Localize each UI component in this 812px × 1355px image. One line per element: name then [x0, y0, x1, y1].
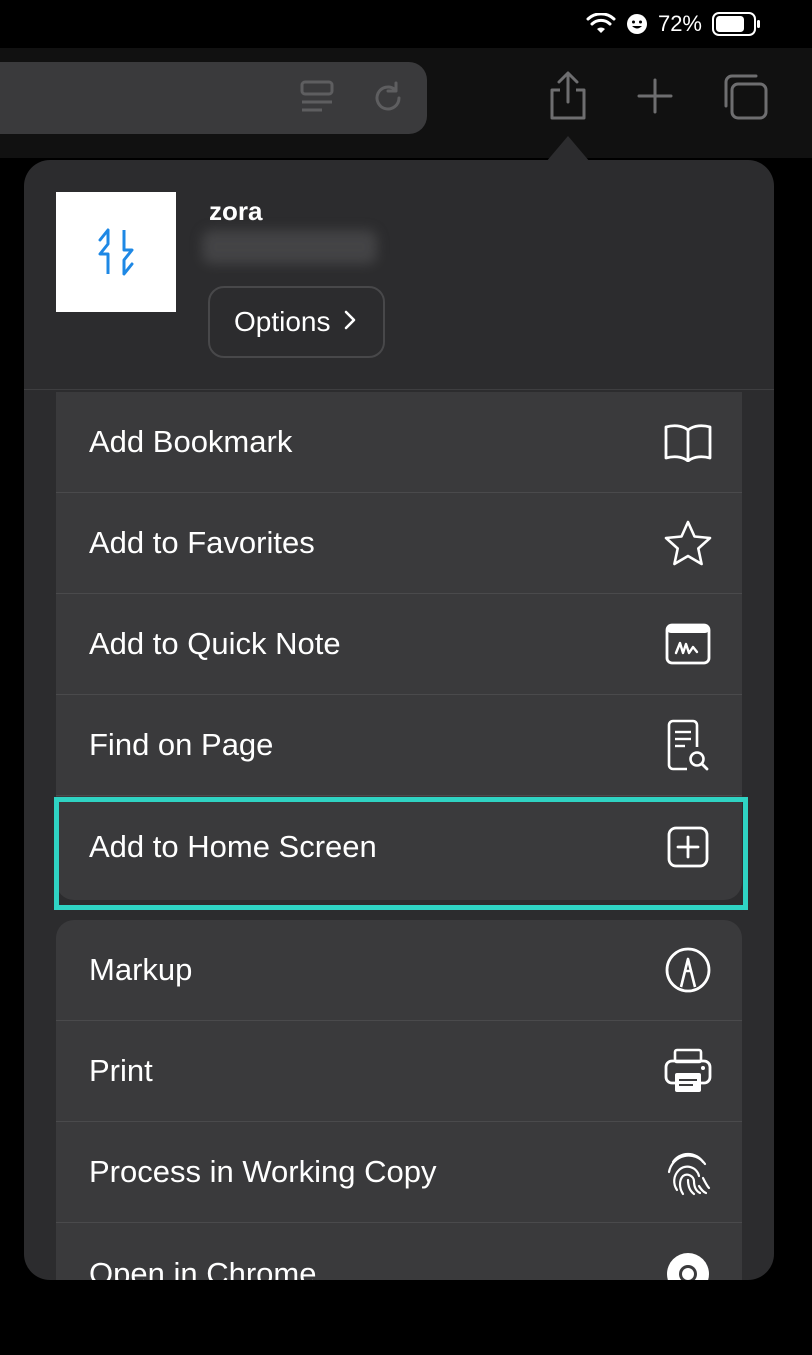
zora-logo-icon	[98, 228, 134, 276]
share-icon[interactable]	[546, 70, 590, 122]
printer-icon	[662, 1045, 714, 1097]
print-row[interactable]: Print	[56, 1021, 742, 1122]
fingerprint-icon	[662, 1146, 714, 1198]
tabs-icon[interactable]	[720, 70, 770, 122]
row-label: Print	[89, 1053, 153, 1088]
site-thumbnail	[56, 192, 176, 312]
share-sheet-arrow	[546, 136, 590, 162]
chrome-icon	[662, 1248, 714, 1280]
site-name: zora	[209, 196, 263, 226]
add-square-icon	[662, 821, 714, 873]
address-bar[interactable]	[0, 62, 427, 134]
star-icon	[662, 517, 714, 569]
battery-icon	[712, 12, 762, 36]
chevron-right-icon	[343, 306, 357, 338]
add-bookmark-row[interactable]: Add Bookmark	[56, 392, 742, 493]
row-label: Markup	[89, 952, 193, 987]
row-label: Add to Quick Note	[89, 626, 341, 661]
options-button[interactable]: Options	[208, 286, 385, 358]
share-sheet: zora Options Add Bookmark Add to Favorit…	[24, 160, 774, 1280]
row-label: Add Bookmark	[89, 424, 293, 459]
row-label: Process in Working Copy	[89, 1154, 437, 1189]
markup-row[interactable]: Markup	[56, 920, 742, 1021]
find-page-icon	[662, 719, 714, 771]
row-label: Open in Chrome	[89, 1255, 317, 1281]
actions-group-secondary: Markup Print Process in Working Copy Ope…	[56, 920, 742, 1280]
add-to-quick-note-row[interactable]: Add to Quick Note	[56, 594, 742, 695]
row-label: Add to Favorites	[89, 525, 315, 560]
reload-icon[interactable]	[371, 80, 405, 121]
battery-percent: 72%	[657, 11, 702, 36]
add-to-home-screen-row[interactable]: Add to Home Screen	[56, 796, 742, 897]
site-url-redacted	[202, 230, 377, 264]
reader-icon[interactable]	[300, 80, 334, 121]
focus-icon	[626, 13, 648, 35]
add-to-favorites-row[interactable]: Add to Favorites	[56, 493, 742, 594]
share-sheet-header: zora Options	[24, 160, 774, 390]
markup-icon	[662, 944, 714, 996]
row-label: Add to Home Screen	[89, 828, 377, 864]
status-bar: 72%	[512, 0, 812, 48]
find-on-page-row[interactable]: Find on Page	[56, 695, 742, 796]
open-in-chrome-row[interactable]: Open in Chrome	[56, 1223, 742, 1280]
process-in-working-copy-row[interactable]: Process in Working Copy	[56, 1122, 742, 1223]
quick-note-icon	[662, 618, 714, 670]
actions-group-primary: Add Bookmark Add to Favorites Add to Qui…	[56, 392, 742, 900]
browser-toolbar	[0, 48, 812, 158]
plus-icon[interactable]	[633, 70, 677, 122]
book-icon	[662, 416, 714, 468]
options-label: Options	[234, 306, 331, 337]
wifi-icon	[586, 13, 616, 35]
row-label: Find on Page	[89, 727, 274, 762]
